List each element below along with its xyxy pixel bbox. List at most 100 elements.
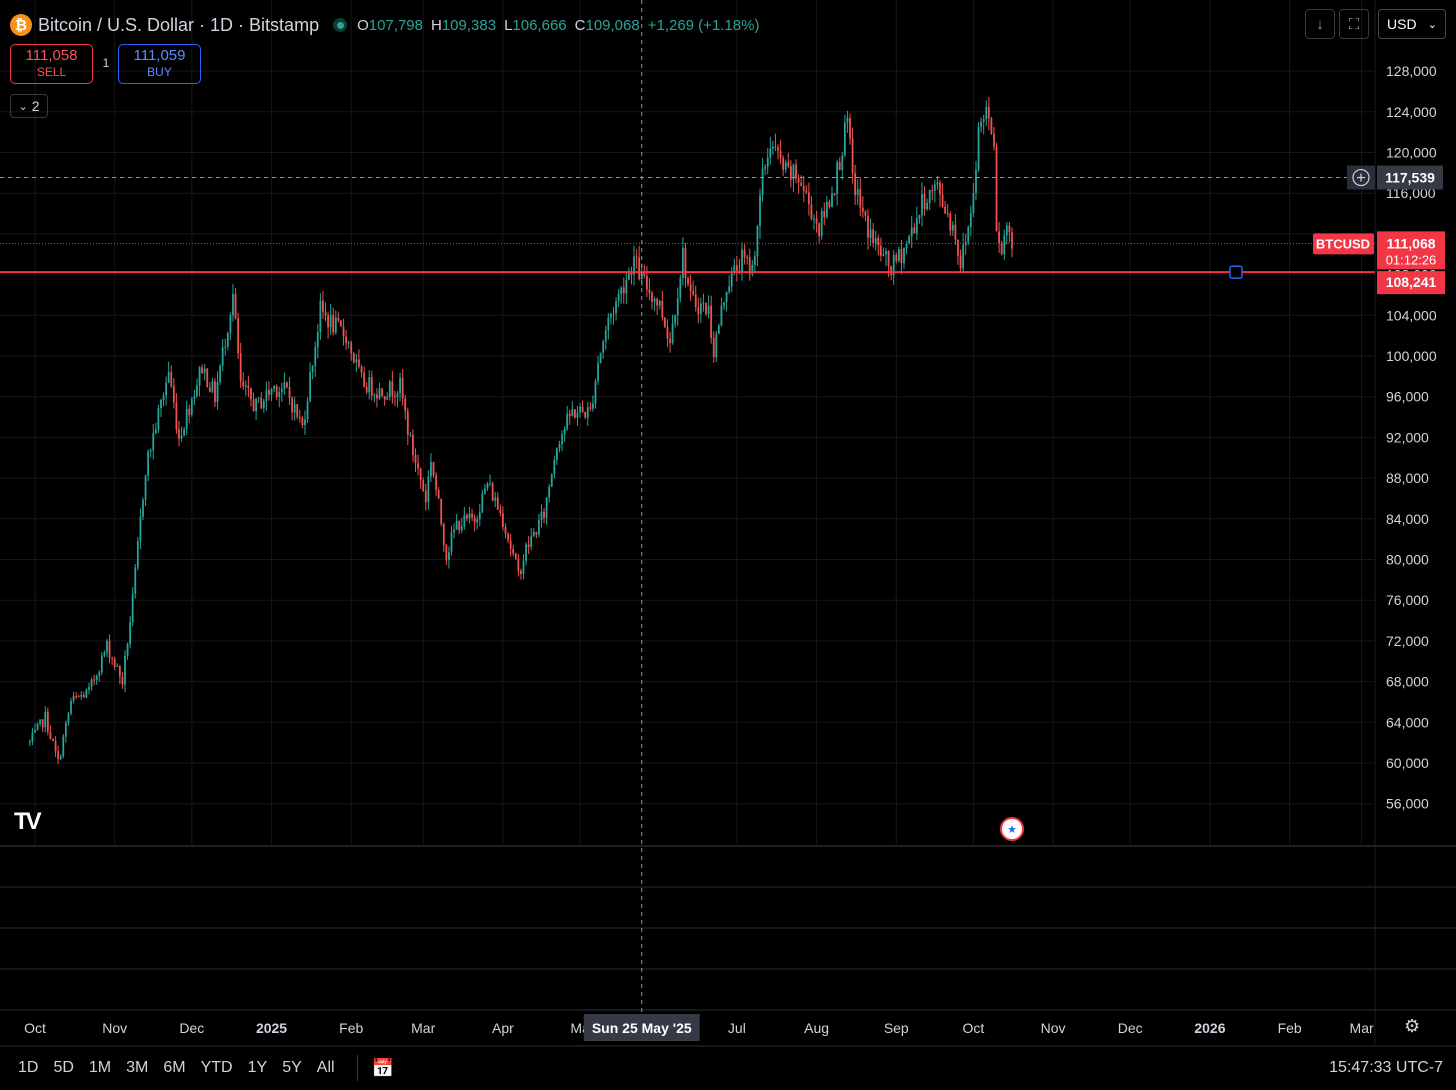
symbol-tag-text: BTCUSD xyxy=(1316,236,1370,251)
candle xyxy=(476,515,479,530)
candle xyxy=(445,543,448,566)
candle-body xyxy=(252,399,255,412)
candle-body xyxy=(417,463,419,469)
range-1y[interactable]: 1Y xyxy=(248,1059,268,1077)
candle-body xyxy=(342,326,345,337)
calendar-goto-icon[interactable]: 📅 xyxy=(372,1058,394,1079)
x-tick-label: Dec xyxy=(1118,1020,1143,1036)
candle-body xyxy=(502,513,504,527)
candle xyxy=(201,364,204,375)
candle-body xyxy=(250,388,252,400)
candle-body xyxy=(604,330,607,342)
candle xyxy=(293,396,296,421)
candle-body xyxy=(494,497,497,501)
candle-body xyxy=(111,658,114,660)
candle xyxy=(931,184,934,201)
candle-body xyxy=(926,203,929,209)
candle xyxy=(946,204,949,218)
candle xyxy=(239,342,242,388)
range-all[interactable]: All xyxy=(317,1059,335,1077)
candle xyxy=(172,378,175,409)
candle xyxy=(329,303,332,335)
candle-body xyxy=(175,402,178,430)
ohlc-values: O107,798 H109,383 L106,666 C109,068 +1,2… xyxy=(357,16,760,34)
candle xyxy=(162,392,165,407)
range-6m[interactable]: 6M xyxy=(163,1059,185,1077)
range-1d[interactable]: 1D xyxy=(18,1059,38,1077)
candle-body xyxy=(75,696,78,698)
symbol-title[interactable]: Bitcoin / U.S. Dollar · 1D · Bitstamp xyxy=(38,15,319,36)
candle-body xyxy=(697,307,700,315)
candle-body xyxy=(316,332,319,348)
candle xyxy=(422,477,425,493)
candle-body xyxy=(167,372,170,383)
candle xyxy=(627,267,630,280)
candle-body xyxy=(581,406,584,413)
candle-body xyxy=(460,526,463,531)
candle xyxy=(594,378,597,409)
range-5y[interactable]: 5Y xyxy=(282,1059,302,1077)
candle-body xyxy=(584,412,587,418)
candle-body xyxy=(545,497,548,518)
candle xyxy=(671,314,674,345)
candle-body xyxy=(378,388,381,399)
candle-body xyxy=(553,459,556,475)
symbol-header[interactable]: ₿ Bitcoin / U.S. Dollar · 1D · Bitstamp … xyxy=(10,12,759,38)
range-3m[interactable]: 3M xyxy=(126,1059,148,1077)
fullscreen-icon[interactable]: ⛶ xyxy=(1339,9,1369,39)
candle-body xyxy=(273,386,275,390)
us-flag-icon[interactable]: ★ xyxy=(1000,817,1024,841)
candle-body xyxy=(735,265,738,271)
candle-body xyxy=(345,336,347,344)
candle xyxy=(226,331,229,351)
currency-select[interactable]: USD ⌄ xyxy=(1378,9,1446,39)
candle xyxy=(746,254,749,265)
support-price-label: 108,241 xyxy=(1377,271,1445,295)
indicators-collapse-button[interactable]: ⌄ 2 xyxy=(10,94,48,118)
download-icon[interactable]: ↓ xyxy=(1305,9,1335,39)
candle xyxy=(406,407,409,445)
candle-body xyxy=(944,206,947,214)
candle xyxy=(36,722,39,731)
candle xyxy=(432,461,435,478)
candle xyxy=(939,179,941,208)
candle-body xyxy=(370,377,373,396)
candle-body xyxy=(149,450,152,452)
candle-body xyxy=(124,655,126,685)
range-5d[interactable]: 5D xyxy=(53,1059,73,1077)
candle-body xyxy=(154,429,157,434)
candle-body xyxy=(679,277,682,299)
candle xyxy=(473,514,476,532)
candle-body xyxy=(699,303,702,315)
candle-body xyxy=(967,227,970,243)
candle xyxy=(764,164,767,176)
price-chart[interactable]: 56,000 60,000 64,000 68,000 72,000 76,000 80,0… xyxy=(0,0,1456,1090)
candle xyxy=(250,387,252,407)
candle xyxy=(784,159,787,174)
candle-body xyxy=(831,193,833,207)
candle-body xyxy=(1005,225,1008,236)
candle xyxy=(769,136,772,165)
candle-body xyxy=(869,229,872,238)
clock[interactable]: 15:47:33 UTC-7 xyxy=(1329,1059,1443,1077)
candle xyxy=(404,394,407,420)
candle-body xyxy=(913,227,916,234)
gear-icon[interactable]: ⚙ xyxy=(1404,1016,1420,1037)
candle-body xyxy=(797,178,800,183)
candle-body xyxy=(399,377,401,394)
candle xyxy=(782,155,785,177)
sell-button[interactable]: 111,058 SELL xyxy=(10,44,93,84)
range-1m[interactable]: 1M xyxy=(89,1059,111,1077)
buy-button[interactable]: 111,059 BUY xyxy=(118,44,201,84)
tradingview-logo[interactable]: TV xyxy=(14,808,42,836)
candle xyxy=(175,393,178,434)
candle-body xyxy=(825,201,828,218)
candle xyxy=(766,147,769,175)
candle xyxy=(962,232,965,274)
candle xyxy=(198,366,201,397)
range-ytd[interactable]: YTD xyxy=(201,1059,233,1077)
candle xyxy=(561,430,563,452)
candle-body xyxy=(746,257,749,259)
candle-body xyxy=(854,173,857,196)
candle-body xyxy=(214,381,216,403)
